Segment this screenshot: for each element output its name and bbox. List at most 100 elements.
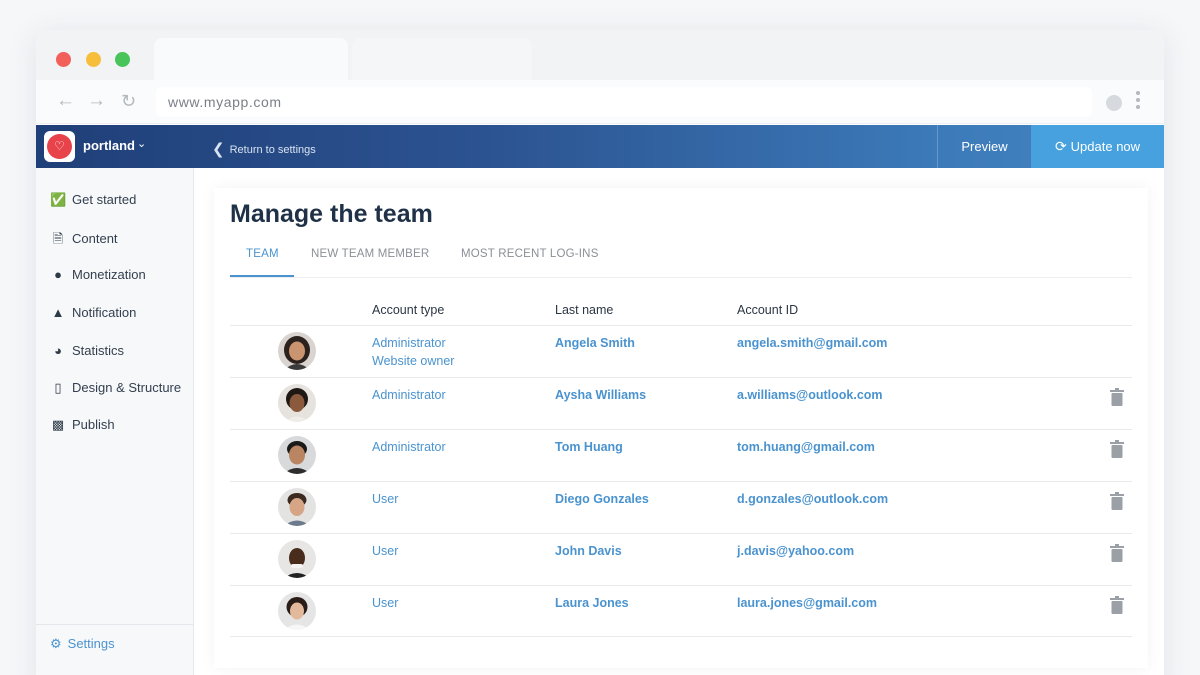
table-bottom-border [230, 636, 1132, 637]
avatar [278, 592, 316, 630]
tabs-divider [230, 277, 1132, 278]
page-title: Manage the team [230, 200, 433, 228]
return-to-settings-link[interactable]: ❮ Return to settings [212, 139, 316, 158]
mobile-icon: ▯ [54, 380, 62, 395]
sidebar-item-label: Settings [67, 636, 115, 651]
last-name-cell[interactable]: Angela Smith [555, 334, 635, 352]
table-row[interactable]: Administrator Aysha Williams a.williams@… [230, 377, 1132, 429]
table-row[interactable]: User John Davis j.davis@yahoo.com [230, 533, 1132, 585]
return-to-settings-label: Return to settings [229, 144, 316, 156]
tab-new-team-member[interactable]: NEW TEAM MEMBER [311, 248, 429, 260]
column-header-account-type[interactable]: Account type [372, 303, 444, 317]
brand-logo[interactable]: ♡ [44, 131, 75, 162]
gear-icon: ⚙ [50, 636, 62, 651]
account-type-secondary: Website owner [372, 354, 455, 368]
sidebar-item-label: Design & Structure [72, 380, 182, 395]
tab-team[interactable]: TEAM [246, 248, 279, 260]
profile-icon[interactable] [1106, 95, 1122, 111]
browser-tab-bar [36, 30, 1164, 80]
browser-tab[interactable] [352, 38, 532, 80]
chevron-left-icon: ❮ [212, 141, 225, 158]
close-window-button[interactable] [56, 52, 71, 67]
column-header-last-name[interactable]: Last name [555, 303, 613, 317]
trash-icon[interactable] [1110, 544, 1124, 562]
last-name-cell[interactable]: Aysha Williams [555, 386, 646, 404]
browser-tab-active[interactable] [154, 38, 348, 80]
sidebar-item-get-started[interactable]: ✅ Get started [50, 192, 136, 212]
account-type-cell: User [372, 596, 399, 610]
app-header: ♡ portland ⌄ ❮ Return to settings Preview… [36, 125, 1164, 168]
table-row[interactable]: User Laura Jones laura.jones@gmail.com [230, 585, 1132, 637]
account-id-cell[interactable]: a.williams@outlook.com [737, 386, 883, 404]
avatar [278, 384, 316, 422]
sidebar-item-statistics[interactable]: ◕ Statistics [50, 343, 124, 363]
browser-menu-icon[interactable] [1136, 91, 1142, 112]
back-arrow-icon[interactable]: ← [56, 90, 75, 112]
sidebar-item-publish[interactable]: ▩ Publish [50, 417, 115, 437]
preview-button[interactable]: Preview [937, 125, 1031, 168]
account-id-cell[interactable]: laura.jones@gmail.com [737, 594, 877, 612]
last-name-cell[interactable]: Tom Huang [555, 438, 623, 456]
sidebar: ✅ Get started 🗎 Content ● Monetization ▲ Not… [36, 168, 194, 675]
url-field[interactable]: www.myapp.com [156, 87, 1092, 117]
last-name-cell[interactable]: Diego Gonzales [555, 490, 649, 508]
document-icon: 🗎 [52, 231, 64, 246]
tab-most-recent-log-ins[interactable]: MOST RECENT LOG-INS [461, 248, 599, 260]
sidebar-item-notification[interactable]: ▲ Notification [50, 305, 137, 325]
avatar [278, 488, 316, 526]
avatar [278, 332, 316, 370]
sidebar-item-label: Content [72, 231, 118, 246]
account-type-cell: User [372, 544, 399, 558]
sidebar-item-content[interactable]: 🗎 Content [50, 230, 118, 250]
trash-icon[interactable] [1110, 440, 1124, 458]
avatar [278, 436, 316, 474]
account-type-cell: User [372, 492, 399, 506]
sidebar-item-label: Notification [72, 305, 137, 320]
maximize-window-button[interactable] [115, 52, 130, 67]
reload-icon[interactable]: ↻ [121, 90, 136, 112]
column-header-account-id[interactable]: Account ID [737, 303, 798, 317]
account-type: Administrator [372, 336, 446, 350]
sync-icon: ⟳ [1054, 138, 1067, 154]
forward-arrow-icon[interactable]: → [87, 90, 106, 112]
trash-icon[interactable] [1110, 596, 1124, 614]
account-id-cell[interactable]: j.davis@yahoo.com [737, 542, 854, 560]
brand-name[interactable]: portland [83, 138, 135, 153]
sidebar-item-label: Statistics [72, 343, 125, 358]
account-type-cell: Administrator [372, 440, 446, 454]
sidebar-item-label: Get started [72, 192, 137, 207]
dollar-icon: ● [54, 267, 62, 282]
trash-icon[interactable] [1110, 388, 1124, 406]
browser-window: ← → ↻ www.myapp.com ♡ portland ⌄ ❮ Return… [36, 30, 1164, 675]
trash-icon[interactable] [1110, 492, 1124, 510]
sidebar-item-monetization[interactable]: ● Monetization [50, 267, 146, 287]
logo-icon: ♡ [47, 134, 72, 159]
last-name-cell[interactable]: Laura Jones [555, 594, 629, 612]
check-circle-icon: ✅ [50, 192, 67, 207]
sidebar-item-design-structure[interactable]: ▯ Design & Structure [50, 380, 181, 400]
avatar [278, 540, 316, 578]
account-type-cell: Administrator [372, 388, 446, 402]
team-card: Manage the team TEAM NEW TEAM MEMBER MOS… [214, 188, 1148, 668]
table-row[interactable]: Administrator Tom Huang tom.huang@gmail.… [230, 429, 1132, 481]
sidebar-item-label: Monetization [72, 267, 146, 282]
update-now-label: Update now [1070, 139, 1141, 154]
account-id-cell[interactable]: angela.smith@gmail.com [737, 334, 887, 352]
store-icon: ▩ [51, 417, 65, 432]
bell-icon: ▲ [51, 305, 65, 320]
account-id-cell[interactable]: d.gonzales@outlook.com [737, 490, 888, 508]
account-type-cell: Administrator Website owner [372, 334, 454, 370]
sidebar-item-settings[interactable]: ⚙ Settings [50, 636, 115, 652]
chevron-down-icon[interactable]: ⌄ [137, 137, 146, 150]
sidebar-item-label: Publish [72, 417, 115, 432]
table-row[interactable]: Administrator Website owner Angela Smith… [230, 325, 1132, 377]
pie-chart-icon: ◕ [54, 343, 62, 358]
table-row[interactable]: User Diego Gonzales d.gonzales@outlook.c… [230, 481, 1132, 533]
account-id-cell[interactable]: tom.huang@gmail.com [737, 438, 875, 456]
sidebar-divider [36, 624, 193, 625]
address-bar: ← → ↻ www.myapp.com [36, 80, 1164, 124]
last-name-cell[interactable]: John Davis [555, 542, 622, 560]
url-text: www.myapp.com [168, 94, 282, 110]
minimize-window-button[interactable] [86, 52, 101, 67]
update-now-button[interactable]: ⟳ Update now [1031, 125, 1164, 168]
